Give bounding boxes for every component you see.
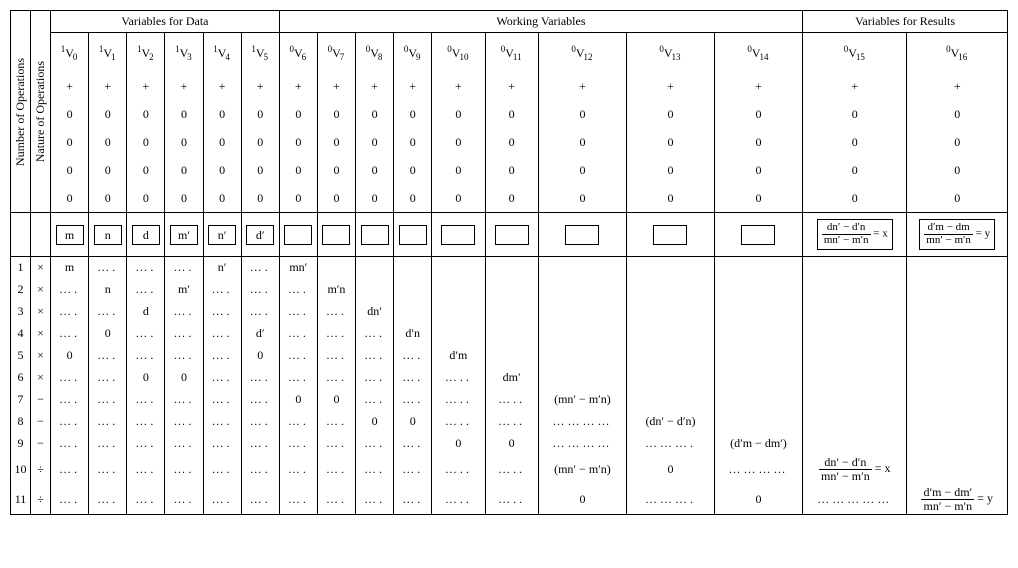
- var-v9: 0V9: [394, 33, 432, 73]
- step-row-10: 10÷ ….….….….….….….….….….…..…..(mn′ − m′n…: [11, 455, 1008, 485]
- box-v15: dn′ − d′nmn′ − m′n = x: [817, 219, 893, 249]
- step-row-6: 6× ….….00….….….….….….…..dm′: [11, 367, 1008, 389]
- results-header: Variables for Results: [803, 11, 1008, 33]
- zero-cell: 0: [51, 101, 89, 129]
- step-row-7: 7− ….….….….….….00….….…..…..(mn′ − m′n): [11, 389, 1008, 411]
- var-v2: 1V2: [127, 33, 165, 73]
- plus-cell: +: [51, 73, 89, 101]
- var-v16: 0V16: [907, 33, 1008, 73]
- step-row-11: 11÷ ….….….….….….….….….….…..…..0……….0 …………: [11, 485, 1008, 515]
- step-row-8: 8− ….….….….….….….….00…..…..…………(dn′ − d′…: [11, 411, 1008, 433]
- box-v4: n′: [208, 225, 236, 245]
- box-v11: [495, 225, 529, 245]
- var-v12: 0V12: [538, 33, 626, 73]
- var-v10: 0V10: [432, 33, 485, 73]
- step-row-5: 5× 0….….….….0….….….….d′m: [11, 345, 1008, 367]
- step-row-2: 2× ….n….m′….….….m′n: [11, 279, 1008, 301]
- lovelace-table: Number of Operations Nature of Operation…: [10, 10, 1008, 515]
- data-header: Variables for Data: [51, 11, 280, 33]
- box-v7: [322, 225, 350, 245]
- box-v9: [399, 225, 427, 245]
- box-v8: [361, 225, 389, 245]
- box-v3: m′: [170, 225, 198, 245]
- var-v6: 0V6: [279, 33, 317, 73]
- box-v12: [565, 225, 599, 245]
- box-v2: d: [132, 225, 160, 245]
- var-v8: 0V8: [356, 33, 394, 73]
- result-x: dn′ − d′nmn′ − m′n = x: [803, 455, 907, 485]
- step-row-3: 3× ….….d….….….….….dn′: [11, 301, 1008, 323]
- step-row-4: 4× ….0….….….d′….….….d′n: [11, 323, 1008, 345]
- box-v0: m: [56, 225, 84, 245]
- nat-ops-header: Nature of Operations: [31, 57, 50, 166]
- result-y: d′m − dm′mn′ − m′n = y: [907, 485, 1008, 515]
- var-v13: 0V13: [627, 33, 715, 73]
- box-v14: [741, 225, 775, 245]
- var-v7: 0V7: [317, 33, 355, 73]
- step-row-1: 1× m….….….n′….mn′: [11, 257, 1008, 279]
- var-v14: 0V14: [714, 33, 802, 73]
- var-v0: 1V0: [51, 33, 89, 73]
- var-v11: 0V11: [485, 33, 538, 73]
- box-v10: [441, 225, 475, 245]
- box-v6: [284, 225, 312, 245]
- box-v16: d′m − dmmn′ − m′n = y: [919, 219, 995, 249]
- box-v13: [653, 225, 687, 245]
- var-v4: 1V4: [203, 33, 241, 73]
- var-v5: 1V5: [241, 33, 279, 73]
- var-v3: 1V3: [165, 33, 203, 73]
- working-header: Working Variables: [279, 11, 802, 33]
- box-v5: d′: [246, 225, 274, 245]
- num-ops-header: Number of Operations: [11, 54, 30, 170]
- var-v15: 0V15: [803, 33, 907, 73]
- step-row-9: 9− ….….….….….….….….….….00………………….(d′m − …: [11, 433, 1008, 455]
- var-v1: 1V1: [89, 33, 127, 73]
- box-v1: n: [94, 225, 122, 245]
